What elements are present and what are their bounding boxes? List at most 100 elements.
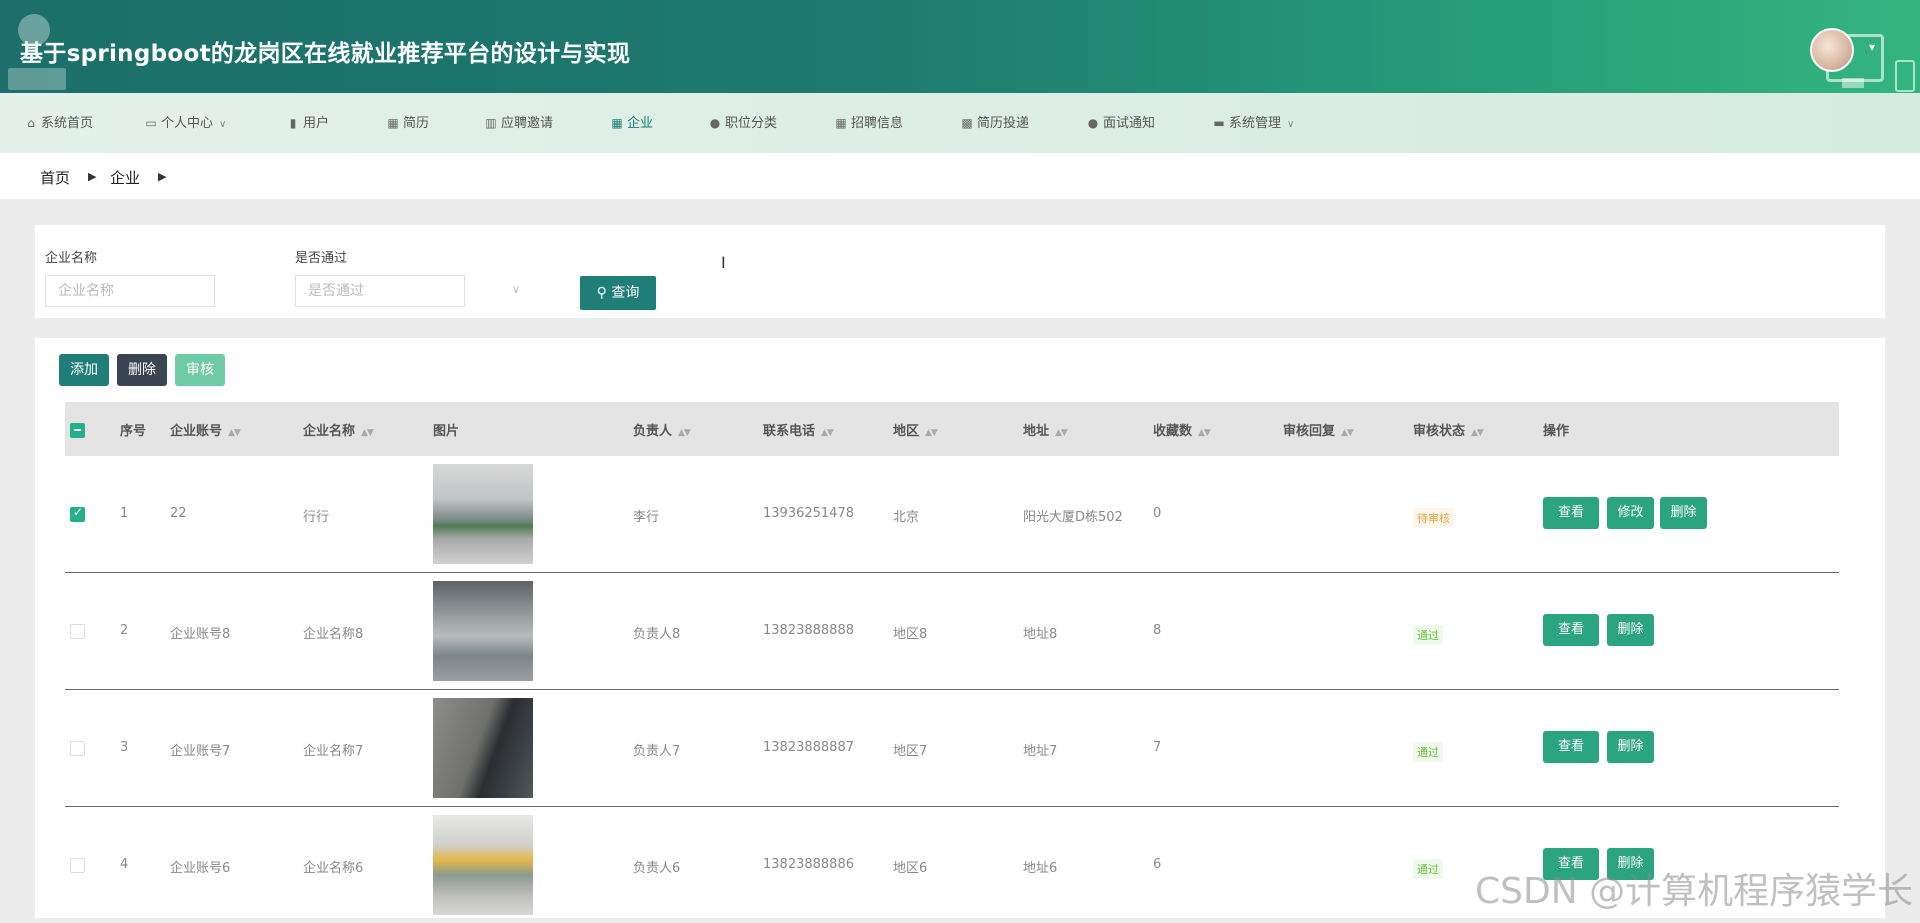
sort-icon: ▲▼	[361, 428, 374, 438]
chevron-down-icon[interactable]: ∨	[512, 283, 520, 296]
status-badge: 通过	[1413, 625, 1443, 645]
cell-index: 3	[120, 740, 129, 755]
cell-favorites: 8	[1153, 623, 1162, 638]
home-icon: ⌂	[27, 116, 35, 130]
nav-item-profile[interactable]: ▭ 个人中心 ∨	[144, 93, 226, 153]
chat-icon: ▬	[1213, 116, 1225, 130]
nav-item-resume[interactable]: ▦ 简历	[386, 93, 429, 153]
header-audit-status[interactable]: 审核状态 ▲▼	[1413, 420, 1484, 439]
chevron-down-icon: ∨	[219, 119, 227, 130]
delete-row-button[interactable]: 删除	[1607, 731, 1654, 763]
company-photo[interactable]	[433, 581, 533, 681]
nav-item-resume-delivery[interactable]: ▩ 简历投递	[960, 93, 1029, 153]
sort-icon: ▲▼	[1198, 428, 1211, 438]
table-row: ✓ 1 22 行行 李行 13936251478 北京 阳光大厦D栋502 0 …	[65, 456, 1839, 573]
cell-favorites: 6	[1153, 857, 1162, 872]
edit-button[interactable]: 修改	[1607, 497, 1654, 529]
status-badge: 待审核	[1413, 508, 1454, 528]
search-panel: 企业名称 企业名称 是否通过 是否通过 ∨ ⚲ 查询	[35, 225, 1885, 318]
view-button[interactable]: 查看	[1543, 731, 1599, 763]
select-all-checkbox[interactable]	[70, 423, 85, 438]
row-checkbox[interactable]	[70, 858, 85, 873]
grid-dense-icon: ▩	[961, 116, 973, 130]
nav-item-users[interactable]: ▮ 用户	[286, 93, 329, 153]
status-badge: 通过	[1413, 859, 1443, 879]
nav-item-interview[interactable]: ● 面试通知	[1086, 93, 1155, 153]
cell-index: 2	[120, 623, 129, 638]
sort-icon: ▲▼	[821, 428, 834, 438]
monitor-stand-decoration	[1842, 78, 1864, 88]
cell-company-name: 行行	[303, 510, 330, 525]
company-photo[interactable]	[433, 815, 533, 915]
company-photo[interactable]	[433, 698, 533, 798]
cell-account: 企业账号8	[170, 627, 231, 642]
nav-item-recruit-info[interactable]: ▦ 招聘信息	[834, 93, 903, 153]
view-button[interactable]: 查看	[1543, 497, 1599, 529]
nav-item-invite[interactable]: ▥ 应聘邀请	[484, 93, 553, 153]
breadcrumb-current: 企业	[110, 169, 141, 187]
header-region[interactable]: 地区 ▲▼	[893, 420, 938, 439]
cell-account: 企业账号6	[170, 861, 231, 876]
text-cursor-icon: I	[721, 253, 726, 272]
columns-icon: ▥	[485, 116, 497, 130]
audit-button[interactable]: 审核	[175, 354, 225, 386]
cell-address: 地址8	[1023, 627, 1058, 642]
cell-index: 1	[120, 506, 129, 521]
avatar-dropdown-icon[interactable]: ▾	[1869, 40, 1875, 54]
cell-company-name: 企业名称7	[303, 744, 364, 759]
company-name-label: 企业名称	[45, 251, 98, 266]
grid-icon: ▦	[387, 116, 399, 130]
cell-favorites: 0	[1153, 506, 1162, 521]
nav-item-company[interactable]: ▦ 企业	[610, 93, 653, 153]
phone-decoration-icon	[1895, 60, 1915, 92]
view-button[interactable]: 查看	[1543, 614, 1599, 646]
nav-item-home[interactable]: ⌂ 系统首页	[24, 93, 93, 153]
table-row: 3 企业账号7 企业名称7 负责人7 13823888887 地区7 地址7 7…	[65, 690, 1839, 807]
pass-label: 是否通过	[295, 251, 348, 266]
header-company-name[interactable]: 企业名称 ▲▼	[303, 420, 374, 439]
row-checkbox[interactable]	[70, 741, 85, 756]
nav-item-job-category[interactable]: ● 职位分类	[708, 93, 777, 153]
header-account[interactable]: 企业账号 ▲▼	[170, 420, 241, 439]
row-checkbox[interactable]: ✓	[70, 505, 85, 522]
add-button[interactable]: 添加	[59, 354, 109, 386]
header-index: 序号	[120, 424, 147, 439]
app-header: 基于springboot的龙岗区在线就业推荐平台的设计与实现 ▾	[0, 0, 1920, 93]
app-title: 基于springboot的龙岗区在线就业推荐平台的设计与实现	[20, 41, 631, 67]
profile-icon: ▭	[145, 116, 157, 130]
person-icon: ●	[1087, 116, 1099, 130]
cell-region: 北京	[893, 510, 920, 525]
company-photo[interactable]	[433, 464, 533, 564]
sort-icon: ▲▼	[925, 428, 938, 438]
watermark: CSDN @计算机程序猿学长	[1475, 871, 1914, 912]
pass-select[interactable]: 是否通过	[295, 275, 465, 307]
cell-account: 22	[170, 506, 187, 521]
avatar[interactable]	[1810, 28, 1854, 72]
breadcrumb-separator-icon: ▶	[158, 170, 167, 183]
delete-row-button[interactable]: 删除	[1660, 497, 1707, 529]
header-phone[interactable]: 联系电话 ▲▼	[763, 420, 834, 439]
header-audit-reply[interactable]: 审核回复 ▲▼	[1283, 420, 1354, 439]
breadcrumb-home[interactable]: 首页	[40, 167, 70, 188]
table-panel: 添加 删除 审核 序号 企业账号 ▲▼ 企业名称 ▲▼ 图片 负责人 ▲▼ 联系电话 ▲…	[35, 338, 1885, 918]
cell-region: 地区6	[893, 861, 928, 876]
header-favorites[interactable]: 收藏数 ▲▼	[1153, 420, 1211, 439]
sort-icon: ▲▼	[1341, 428, 1354, 438]
cell-company-name: 企业名称6	[303, 861, 364, 876]
grid-icon: ▦	[611, 116, 623, 130]
row-checkbox[interactable]	[70, 624, 85, 639]
cell-address: 阳光大厦D栋502	[1023, 510, 1123, 525]
query-button[interactable]: ⚲ 查询	[580, 276, 656, 310]
delete-row-button[interactable]: 删除	[1607, 614, 1654, 646]
sort-icon: ▲▼	[228, 428, 241, 438]
header-person[interactable]: 负责人 ▲▼	[633, 420, 691, 439]
delete-button[interactable]: 删除	[117, 354, 167, 386]
header-address[interactable]: 地址 ▲▼	[1023, 420, 1068, 439]
table-header: 序号 企业账号 ▲▼ 企业名称 ▲▼ 图片 负责人 ▲▼ 联系电话 ▲▼ 地区 ▲▼ 地址…	[65, 402, 1839, 456]
nav-item-system[interactable]: ▬ 系统管理 ∨	[1212, 93, 1294, 153]
cell-person: 李行	[633, 510, 660, 525]
sort-icon: ▲▼	[1471, 428, 1484, 438]
cell-company-name: 企业名称8	[303, 627, 364, 642]
company-name-input[interactable]: 企业名称	[45, 275, 215, 307]
grid-icon: ▦	[835, 116, 847, 130]
